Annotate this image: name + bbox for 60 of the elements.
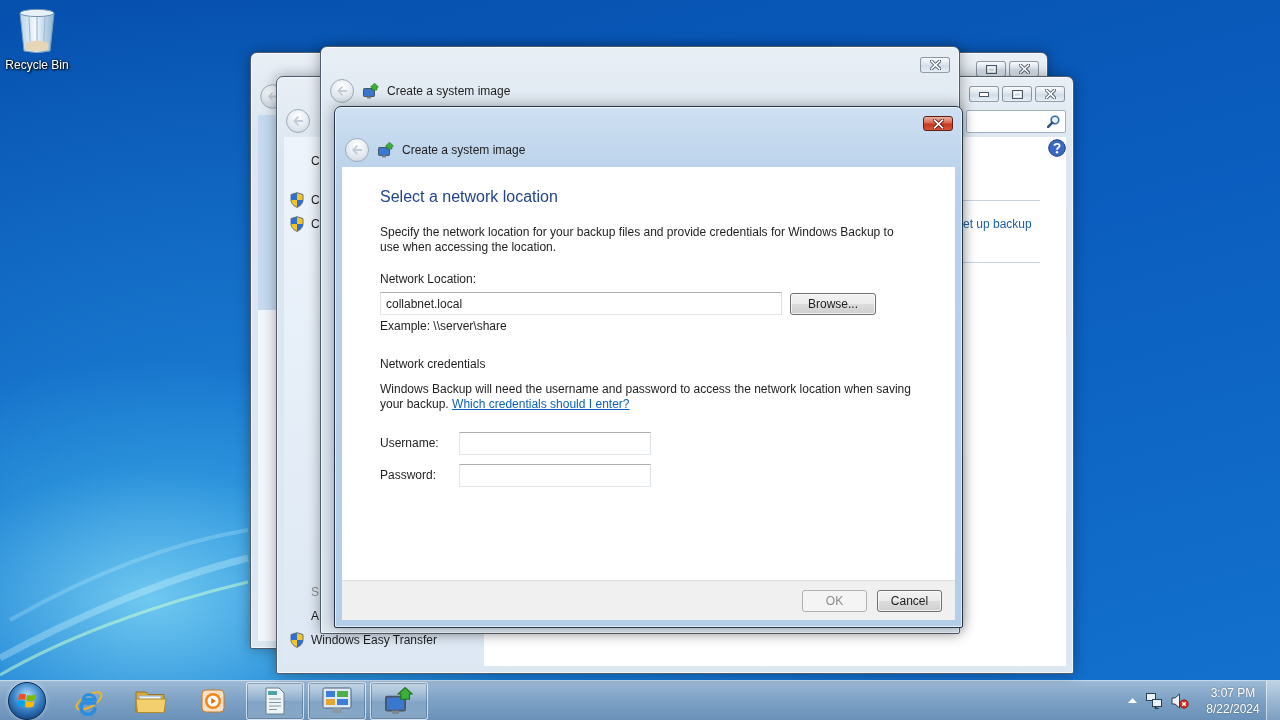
close-button[interactable]: [923, 116, 953, 131]
task-link[interactable]: et up backup: [963, 217, 1032, 231]
field-label: Password:: [380, 468, 438, 483]
document-icon: [263, 686, 287, 715]
example-text: Example: \\server\share: [380, 319, 507, 334]
sidebar-link[interactable]: C: [311, 194, 320, 206]
network-icon: [1145, 692, 1163, 709]
section-heading: Network credentials: [380, 357, 486, 372]
taskbar-button[interactable]: [308, 681, 366, 720]
window-title: Create a system image: [387, 83, 511, 99]
minimize-button[interactable]: [969, 86, 999, 102]
close-icon: [1044, 89, 1056, 99]
field-label: Network Location:: [380, 272, 477, 287]
taskbar-button[interactable]: [246, 681, 304, 720]
credentials-text: Windows Backup will need the username and password to access the network location when saving your backup. Which credentials should I enter?: [380, 382, 912, 412]
muted-speaker-icon: [1171, 692, 1189, 709]
left-arrow-icon: [292, 116, 304, 126]
credentials-help-link[interactable]: Which credentials should I enter?: [452, 397, 630, 411]
maximize-button[interactable]: [976, 61, 1006, 77]
monitor-icon: [322, 686, 352, 715]
close-button[interactable]: [1009, 61, 1039, 77]
sidebar-link[interactable]: C: [311, 218, 320, 230]
play-icon: [201, 688, 225, 713]
search-field[interactable]: [966, 109, 1066, 133]
show-desktop-button[interactable]: [1266, 681, 1280, 720]
trash-bin-icon: [18, 8, 56, 54]
monitor-arrow-icon: [385, 686, 413, 715]
text-field[interactable]: [459, 464, 651, 487]
left-arrow-icon: [351, 145, 363, 155]
monitor-arrow-icon: [363, 83, 379, 99]
windows-logo-icon: [17, 691, 37, 710]
window-title: Create a system image: [402, 142, 526, 158]
sidebar-link[interactable]: A: [311, 610, 319, 622]
intro-text: Specify the network location for your backup files and provide credentials for Windows Backup to use when accessing the location.: [380, 225, 895, 255]
sidebar-link[interactable]: Windows Easy Transfer: [311, 634, 438, 646]
browse-button[interactable]: Browse...: [790, 292, 876, 315]
close-icon: [1018, 64, 1030, 74]
shield-icon: [290, 192, 304, 208]
search-icon: [1047, 114, 1060, 128]
monitor-arrow-icon: [378, 142, 394, 158]
taskbar-button[interactable]: [370, 681, 428, 720]
page-heading: Select a network location: [380, 187, 558, 207]
sidebar-heading: S: [311, 586, 319, 598]
maximize-icon: [985, 64, 997, 74]
minimize-icon: [979, 91, 989, 97]
up-arrow-icon: [1127, 698, 1137, 703]
left-arrow-icon: [336, 86, 348, 96]
close-icon: [932, 118, 944, 129]
text-field[interactable]: [459, 432, 651, 455]
sidebar-link[interactable]: C: [311, 155, 320, 167]
shield-icon: [290, 632, 304, 648]
shield-icon: [290, 216, 304, 232]
location-field[interactable]: collabnet.local: [380, 292, 782, 315]
close-icon: [929, 60, 941, 70]
dialog-button[interactable]: Cancel: [877, 589, 942, 612]
maximize-icon: [1011, 89, 1023, 99]
start-button[interactable]: [8, 681, 46, 720]
maximize-button[interactable]: [1002, 86, 1032, 102]
field-label: Username:: [380, 436, 440, 451]
recycle-bin-shortcut[interactable]: Recycle Bin: [4, 8, 70, 72]
